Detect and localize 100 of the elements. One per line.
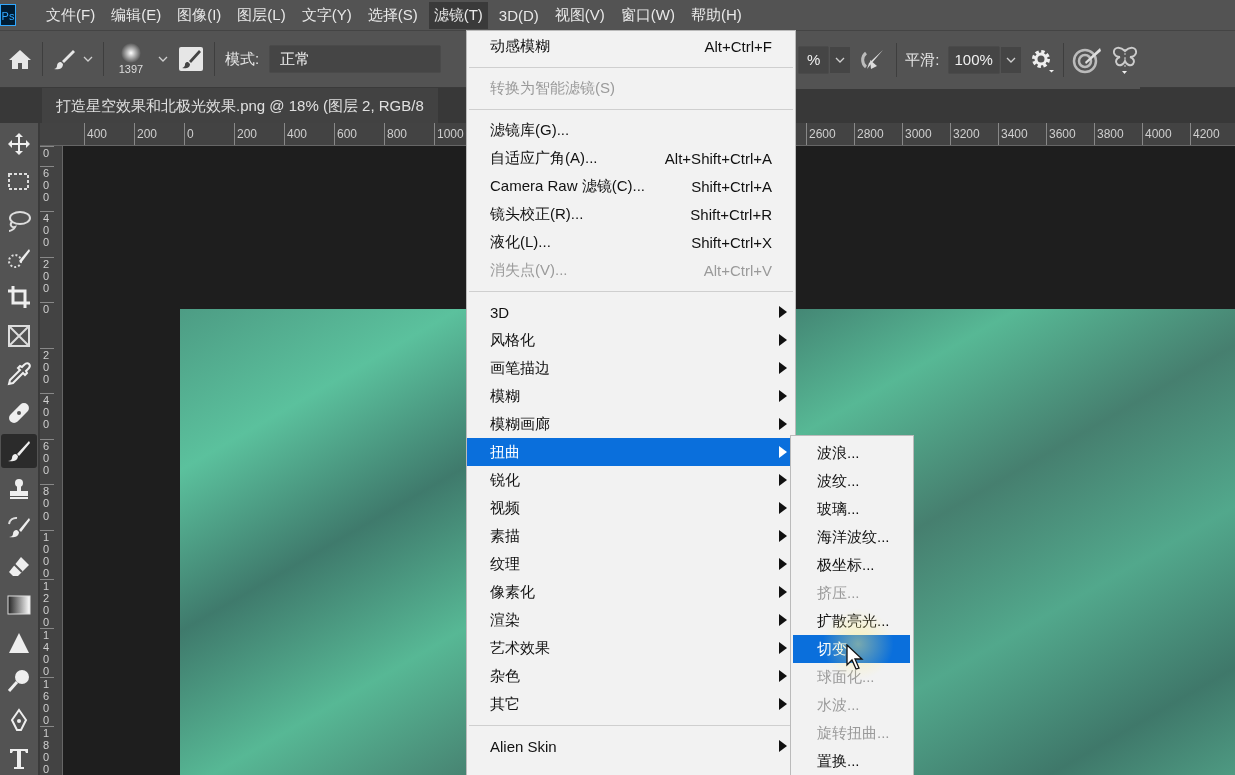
- brush-preset-picker[interactable]: 1397: [114, 43, 148, 75]
- type-tool-icon: [7, 746, 31, 771]
- menu-bar-item[interactable]: 选择(S): [362, 1, 423, 29]
- submenu-item[interactable]: 海洋波纹...: [793, 523, 910, 551]
- shortcut-text: Alt+Ctrl+V: [703, 261, 772, 279]
- shortcut-text: Alt+Shift+Ctrl+A: [664, 149, 772, 167]
- menu-item[interactable]: 模糊画廊: [467, 410, 795, 438]
- menu-bar-item[interactable]: 视图(V): [549, 1, 610, 29]
- menu-item-label: Camera Raw 滤镜(C)...: [490, 176, 647, 196]
- menu-item[interactable]: 模糊: [467, 382, 795, 410]
- shortcut-text: Alt+Ctrl+F: [704, 37, 772, 55]
- ruler-label: 4000: [1142, 123, 1190, 145]
- menu-bar-item[interactable]: 滤镜(T): [428, 1, 488, 29]
- menu-item-label: 模糊: [490, 386, 521, 406]
- menu-item-label: 模糊画廊: [490, 414, 551, 434]
- submenu-item[interactable]: 玻璃...: [793, 495, 910, 523]
- submenu-arrow-icon: [779, 586, 787, 598]
- menu-item-label: 艺术效果: [490, 638, 551, 658]
- submenu-arrow-icon: [779, 446, 787, 458]
- ruler-label: 1000: [40, 529, 54, 579]
- submenu-arrow-icon: [779, 334, 787, 346]
- submenu-item[interactable]: 置换...: [793, 747, 910, 775]
- ruler-label: 0: [40, 302, 54, 348]
- submenu-arrow-icon: [779, 474, 787, 486]
- eyedropper-tool-icon: [7, 362, 31, 387]
- shortcut-text: Shift+Ctrl+R: [690, 205, 772, 223]
- home-icon[interactable]: [8, 48, 32, 70]
- submenu-item[interactable]: 极坐标...: [793, 551, 910, 579]
- tool-button[interactable]: [1, 434, 37, 468]
- menu-item-label: 渲染: [490, 610, 521, 630]
- menu-item-label: 消失点(V)...: [490, 260, 569, 280]
- caret-icon[interactable]: [83, 56, 93, 62]
- menu-item-label: 转换为智能滤镜(S): [490, 78, 616, 98]
- submenu-item[interactable]: 波浪...: [793, 439, 910, 467]
- target-brush-icon[interactable]: [1071, 46, 1102, 74]
- ruler-label: 1400: [40, 627, 54, 677]
- menu-item-label: 自适应广角(A)...: [490, 148, 599, 168]
- opacity-field[interactable]: %: [798, 46, 830, 74]
- ruler-label: 400: [40, 393, 54, 439]
- menu-item-label: Alien Skin: [490, 737, 558, 755]
- caret-icon[interactable]: [158, 56, 168, 62]
- menu-bar-item[interactable]: 文字(Y): [296, 1, 357, 29]
- menu-item-label: 动感模糊: [490, 36, 551, 56]
- lasso-tool-icon: [7, 208, 31, 233]
- menu-item-label: 镜头校正(R)...: [490, 204, 585, 224]
- menu-bar-item[interactable]: 文件(F): [41, 1, 101, 29]
- frame-tool-icon: [7, 323, 31, 348]
- ruler-label: 1200: [40, 578, 54, 628]
- ruler-label: 800: [40, 484, 54, 530]
- menu-item[interactable]: 液化(L)... Shift+Ctrl+X: [467, 228, 795, 256]
- menu-bar-item[interactable]: 图像(I): [172, 1, 227, 29]
- brush-icon[interactable]: [53, 48, 75, 70]
- cursor-icon: [846, 644, 864, 670]
- menu-bar-item[interactable]: 帮助(H): [686, 1, 747, 29]
- caret-icon[interactable]: [835, 57, 846, 63]
- submenu-arrow-icon: [779, 670, 787, 682]
- ruler-label: 400: [40, 211, 54, 257]
- triangle-tool-icon: [7, 631, 31, 655]
- ruler-label: 2600: [806, 123, 854, 145]
- menu-item-label: 扭曲: [490, 442, 521, 462]
- menu-item[interactable]: 动感模糊 Alt+Ctrl+F: [467, 32, 795, 60]
- smoothing-field[interactable]: 100%: [947, 46, 1000, 74]
- ruler-label: 400: [84, 123, 134, 145]
- menu-bar-item[interactable]: 编辑(E): [106, 1, 167, 29]
- ruler-label: 0: [184, 123, 234, 145]
- menu-item[interactable]: 3D: [467, 298, 795, 326]
- menu-item-label: 其它: [490, 694, 521, 714]
- menu-bar-item[interactable]: 窗口(W): [615, 1, 680, 29]
- caret-icon[interactable]: [1005, 57, 1016, 63]
- menu-bar-item[interactable]: 图层(L): [232, 1, 291, 29]
- submenu-arrow-icon: [779, 306, 787, 318]
- menu-item[interactable]: 自适应广角(A)... Alt+Shift+Ctrl+A: [467, 144, 795, 172]
- submenu-arrow-icon: [779, 614, 787, 626]
- menu-item-label: 画笔描边: [490, 358, 551, 378]
- ruler-label: 1800: [40, 725, 54, 775]
- ruler-label: 3400: [998, 123, 1046, 145]
- ruler-label: 200: [134, 123, 184, 145]
- menu-item[interactable]: 画笔描边: [467, 354, 795, 382]
- menu-item[interactable]: Camera Raw 滤镜(C)... Shift+Ctrl+A: [467, 172, 795, 200]
- menu-bar-item[interactable]: 3D(D): [493, 2, 544, 28]
- gradient-tool-icon: [7, 592, 31, 617]
- smoothing-dropdown-button[interactable]: [1000, 47, 1021, 73]
- ruler-label: 600: [334, 123, 384, 145]
- submenu-item[interactable]: 波纹...: [793, 467, 910, 495]
- mode-dropdown[interactable]: 正常: [269, 45, 442, 73]
- menu-item-label: 风格化: [490, 330, 536, 350]
- ruler-label: 600: [40, 165, 54, 212]
- document-tab[interactable]: 打造星空效果和北极光效果.png @ 18% (图层 2, RGB/8: [42, 88, 438, 123]
- crop-tool-icon: [7, 285, 31, 310]
- submenu-item[interactable]: 扩散亮光...: [793, 607, 910, 635]
- submenu-arrow-icon: [779, 740, 787, 752]
- menu-item[interactable]: 风格化: [467, 326, 795, 354]
- brush-tip-icon: [120, 43, 142, 63]
- submenu-arrow-icon: [779, 502, 787, 514]
- opacity-dropdown-button[interactable]: [830, 47, 851, 73]
- brush-panel-icon[interactable]: [178, 46, 204, 72]
- submenu-arrow-icon: [779, 698, 787, 710]
- ruler-label: 3000: [902, 123, 950, 145]
- menu-item[interactable]: 镜头校正(R)... Shift+Ctrl+R: [467, 200, 795, 228]
- menu-item-label: 杂色: [490, 666, 521, 686]
